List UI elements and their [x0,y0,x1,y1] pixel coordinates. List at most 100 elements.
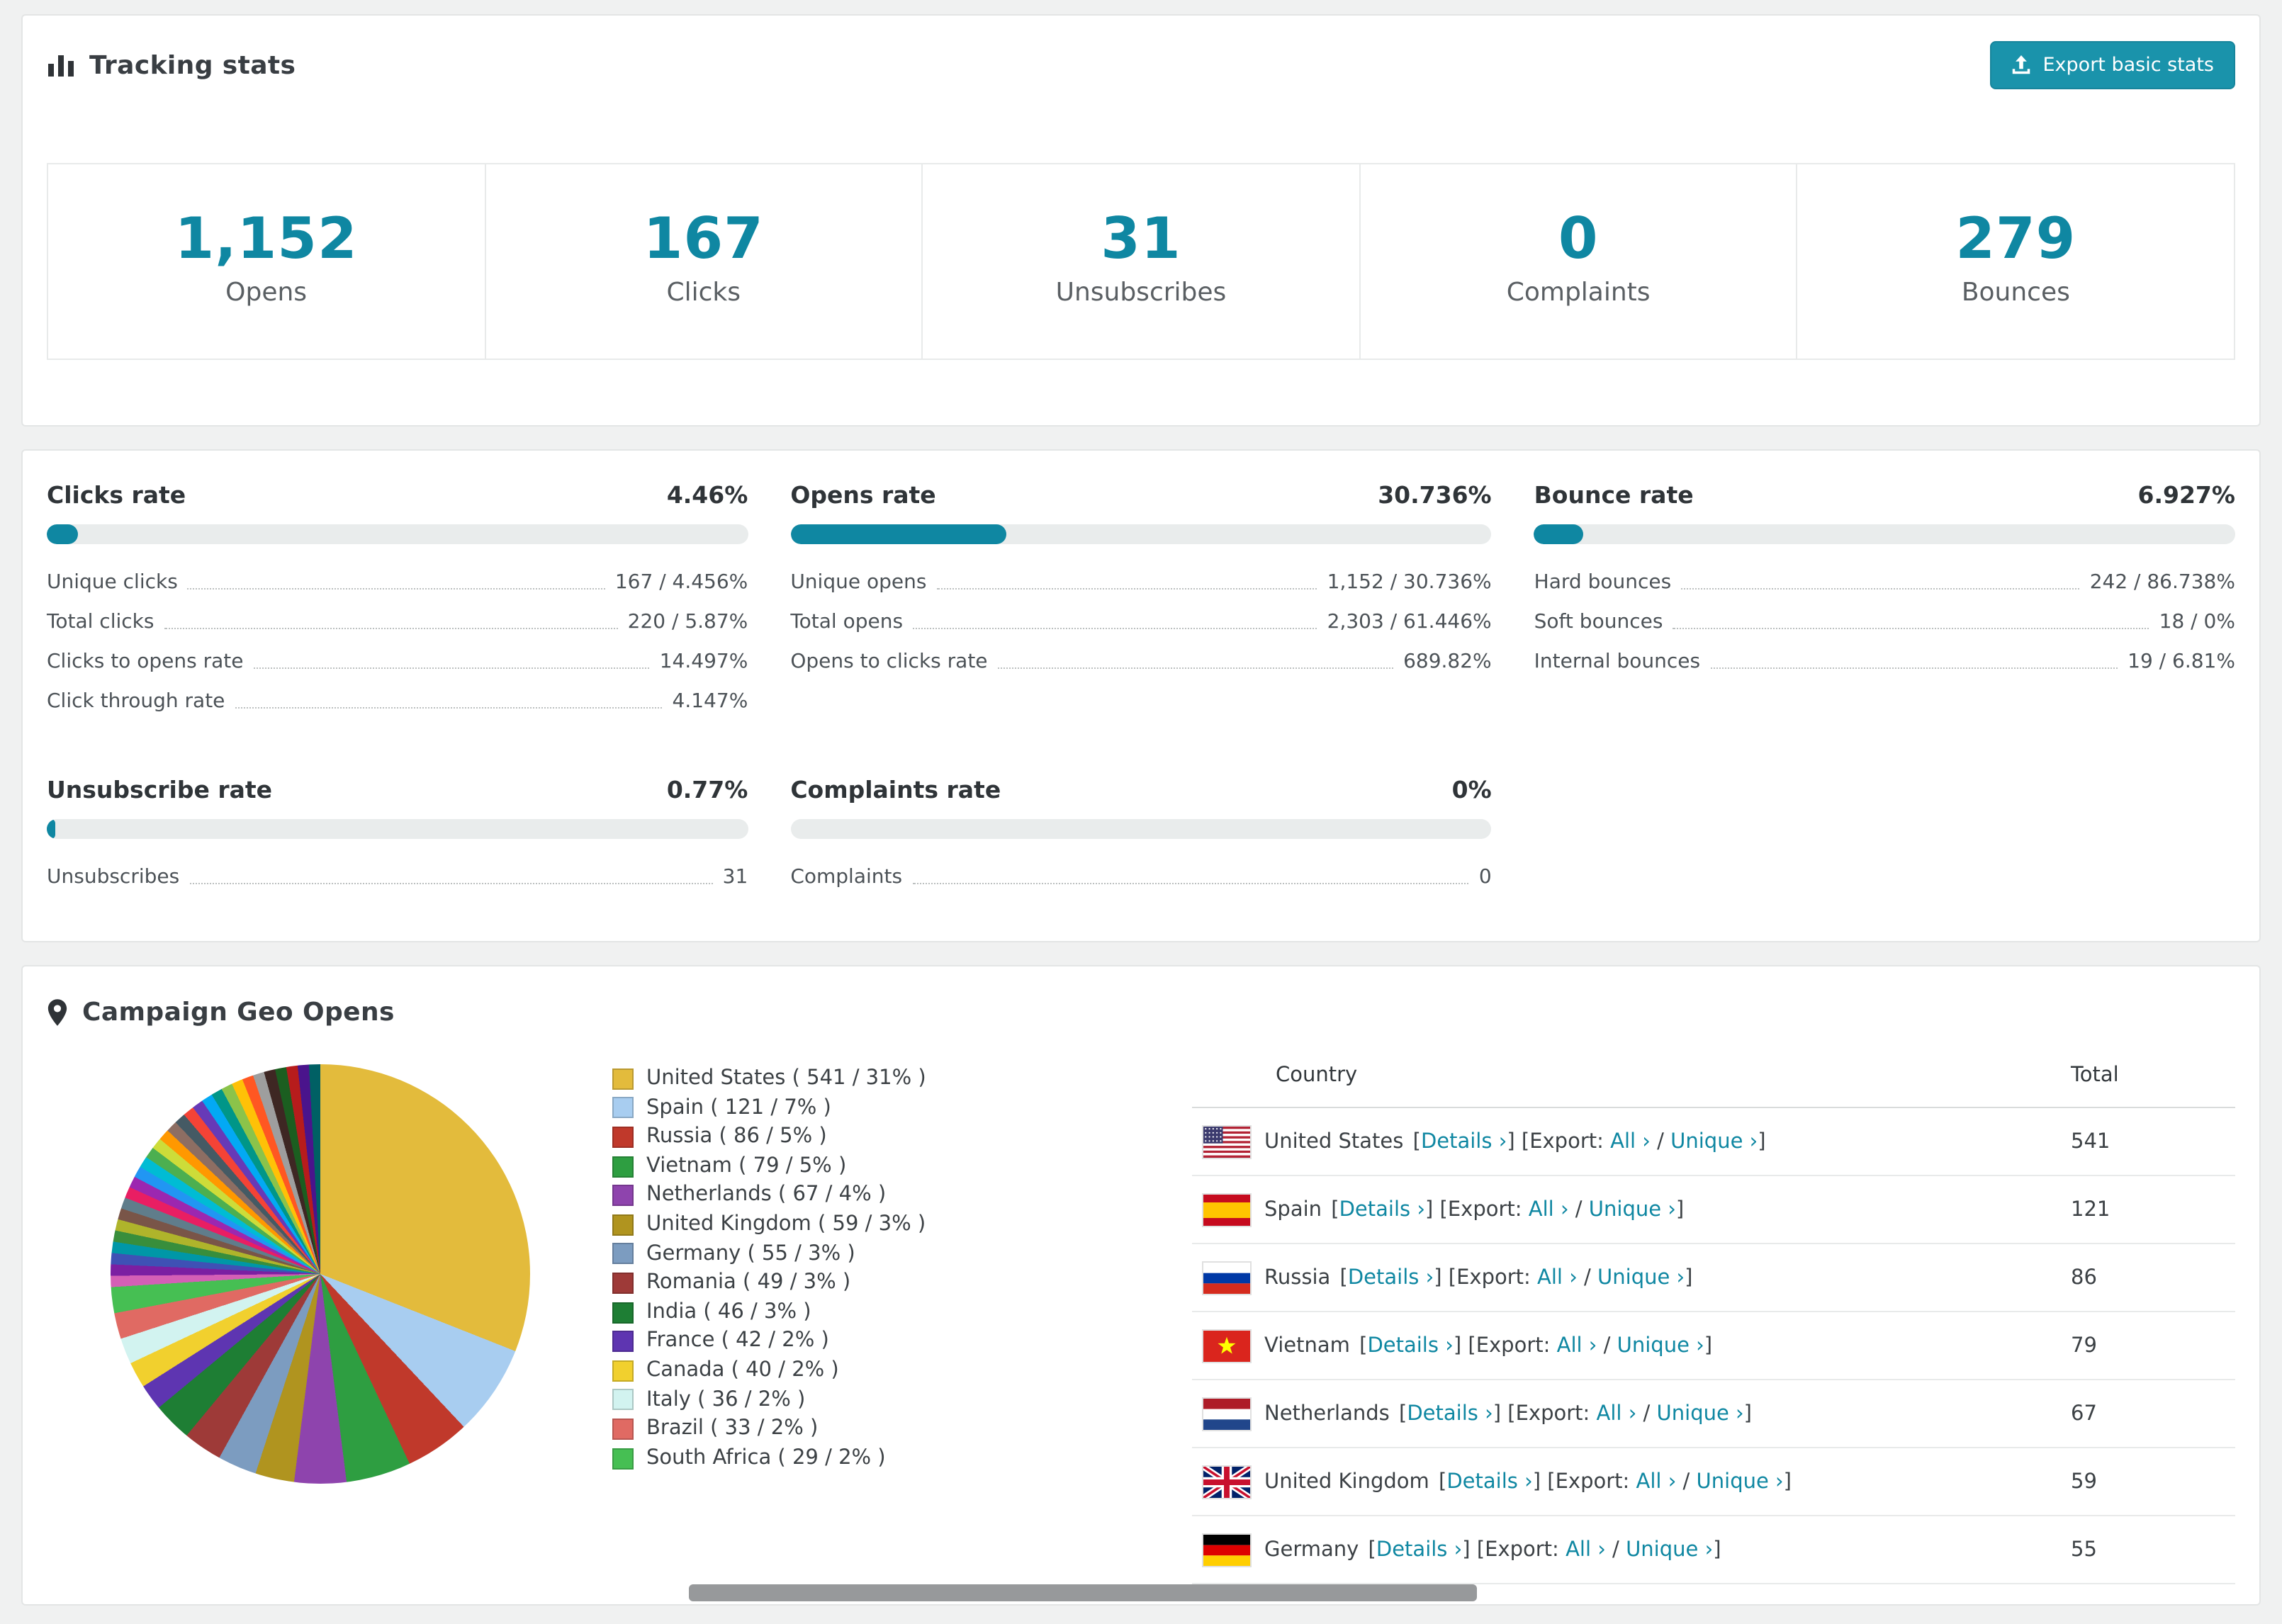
stat-value: 167 [643,207,764,272]
stat-value: 279 [1955,207,2076,272]
legend-item-russia[interactable]: Russia ( 86 / 5% ) [612,1122,926,1151]
stat-label: Opens [225,278,308,308]
country-name: United Kingdom [1264,1470,1429,1493]
rate-stat-row: Click through rate 4.147% [47,680,748,720]
details-link-united-kingdom[interactable]: Details › [1446,1470,1532,1493]
rate-stat-label: Opens to clicks rate [790,650,988,673]
rate-block-unsubscribe-rate: Unsubscribe rate 0.77% Unsubscribes 31 [47,777,748,896]
link-separator: [ [1432,1470,1447,1493]
country-name: Netherlands [1264,1402,1390,1425]
legend-item-italy[interactable]: Italy ( 36 / 2% ) [612,1385,926,1414]
horizontal-scrollbar-thumb[interactable] [689,1584,1477,1601]
legend-item-germany[interactable]: Germany ( 55 / 3% ) [612,1239,926,1268]
rate-stat-label: Soft bounces [1534,611,1663,633]
legend-swatch [612,1418,634,1440]
details-link-germany[interactable]: Details › [1376,1538,1462,1561]
details-link-united-states[interactable]: Details › [1421,1130,1507,1153]
export-icon [2012,55,2032,75]
geo-opens-title: Campaign Geo Opens [82,998,395,1027]
link-separator: [Export: [1448,1266,1538,1289]
legend-swatch [612,1360,634,1382]
legend-swatch [612,1243,634,1265]
geo-table-row-netherlands: Netherlands [Details ›] [Export: All › /… [1192,1380,2235,1448]
link-separator: / [1605,1538,1626,1561]
rate-stat-value: 4.147% [672,690,748,713]
rates-grid: Clicks rate 4.46% Unique clicks 167 / 4.456… [47,482,2235,896]
total-cell: 121 [2059,1175,2235,1244]
rate-stat-row: Unsubscribes 31 [47,856,748,896]
stat-label: Clicks [666,278,741,308]
legend-label: Vietnam ( 79 / 5% ) [646,1154,847,1178]
rate-percent-value: 4.46% [666,482,748,509]
export-unique-link-netherlands[interactable]: Unique › [1657,1402,1744,1425]
legend-item-south-africa[interactable]: South Africa ( 29 / 2% ) [612,1443,926,1472]
rate-percent-value: 6.927% [2137,482,2235,509]
rate-stat-label: Unsubscribes [47,866,180,889]
export-unique-link-united-states[interactable]: Unique › [1670,1130,1758,1153]
export-unique-link-vietnam[interactable]: Unique › [1617,1334,1704,1357]
legend-label: Germany ( 55 / 3% ) [646,1242,855,1265]
geo-pie-chart[interactable] [111,1064,530,1484]
export-all-link-united-states[interactable]: All › [1610,1130,1651,1153]
export-all-link-vietnam[interactable]: All › [1557,1334,1597,1357]
stat-value: 31 [1101,207,1181,272]
country-cell: Netherlands [Details ›] [Export: All › /… [1192,1380,2059,1448]
export-all-link-spain[interactable]: All › [1529,1198,1569,1221]
flag-gb-icon [1203,1466,1250,1497]
stat-box-clicks: 167 Clicks [484,164,922,359]
rate-stat-value: 31 [722,866,748,889]
flag-es-icon [1203,1194,1250,1225]
export-basic-stats-button[interactable]: Export basic stats [1990,41,2235,89]
geo-table-row-russia: Russia [Details ›] [Export: All › / Uniq… [1192,1244,2235,1312]
stat-label: Complaints [1506,278,1651,308]
export-all-link-netherlands[interactable]: All › [1597,1402,1637,1425]
details-link-russia[interactable]: Details › [1348,1266,1434,1289]
geo-opens-card: Campaign Geo Opens United States ( 541 /… [21,965,2261,1606]
rate-stat-label: Hard bounces [1534,571,1672,594]
export-unique-link-russia[interactable]: Unique › [1597,1266,1685,1289]
export-all-link-united-kingdom[interactable]: All › [1636,1470,1677,1493]
geo-content: United States ( 541 / 31% ) Spain ( 121 /… [23,1044,2259,1584]
legend-item-brazil[interactable]: Brazil ( 33 / 2% ) [612,1414,926,1443]
rate-stat-row: Hard bounces 242 / 86.738% [1534,561,2235,601]
rate-stat-row: Clicks to opens rate 14.497% [47,641,748,680]
dotted-leader [253,667,650,669]
legend-item-romania[interactable]: Romania ( 49 / 3% ) [612,1268,926,1297]
details-link-vietnam[interactable]: Details › [1367,1334,1453,1357]
rate-stat-value: 14.497% [659,650,748,673]
details-link-netherlands[interactable]: Details › [1407,1402,1493,1425]
rate-stat-row: Unique opens 1,152 / 30.736% [790,561,1491,601]
geo-table-row-germany: Germany [Details ›] [Export: All › / Uni… [1192,1516,2235,1584]
legend-item-spain[interactable]: Spain ( 121 / 7% ) [612,1093,926,1122]
dotted-leader [912,883,1469,884]
rate-stat-value: 1,152 / 30.736% [1327,571,1492,594]
rate-stat-value: 18 / 0% [2159,611,2235,633]
link-separator: / [1568,1198,1589,1221]
rate-stat-label: Internal bounces [1534,650,1701,673]
rate-stat-label: Unique clicks [47,571,178,594]
rate-progress-track [47,524,748,544]
rate-stat-row: Soft bounces 18 / 0% [1534,601,2235,641]
export-unique-link-germany[interactable]: Unique › [1626,1538,1713,1561]
legend-item-canada[interactable]: Canada ( 40 / 2% ) [612,1356,926,1385]
export-unique-link-spain[interactable]: Unique › [1589,1198,1676,1221]
dotted-leader [1681,588,2080,590]
legend-item-vietnam[interactable]: Vietnam ( 79 / 5% ) [612,1152,926,1181]
total-cell: 67 [2059,1380,2235,1448]
legend-item-india[interactable]: India ( 46 / 3% ) [612,1298,926,1327]
details-link-spain[interactable]: Details › [1339,1198,1425,1221]
export-all-link-germany[interactable]: All › [1566,1538,1606,1561]
legend-item-netherlands[interactable]: Netherlands ( 67 / 4% ) [612,1181,926,1210]
rate-stat-value: 689.82% [1403,650,1492,673]
export-unique-link-united-kingdom[interactable]: Unique › [1697,1470,1784,1493]
link-separator: ] [1783,1470,1792,1493]
country-name: Germany [1264,1538,1359,1561]
legend-item-united-kingdom[interactable]: United Kingdom ( 59 / 3% ) [612,1210,926,1239]
rate-progress-track [47,819,748,839]
legend-item-united-states[interactable]: United States ( 541 / 31% ) [612,1064,926,1093]
geo-table: Country Total United States [Details ›] [E… [1192,1044,2235,1584]
dotted-leader [913,628,1317,629]
page-content: Tracking stats Export basic stats 1,152 O… [0,0,2282,1624]
legend-item-france[interactable]: France ( 42 / 2% ) [612,1327,926,1356]
export-all-link-russia[interactable]: All › [1537,1266,1578,1289]
